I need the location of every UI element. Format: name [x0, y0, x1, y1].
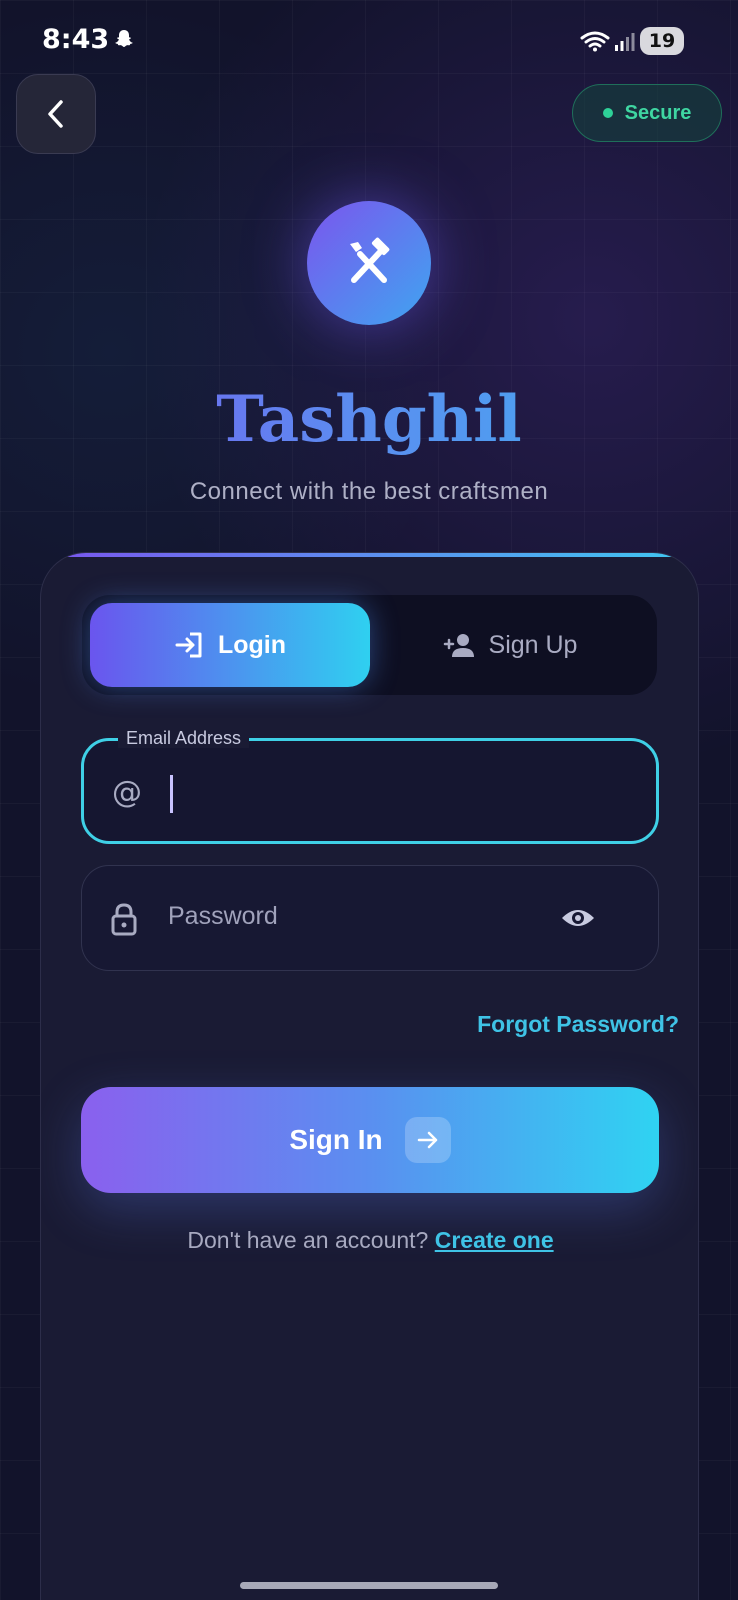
- secure-dot-icon: [602, 108, 613, 118]
- auth-card: Login Sign Up Email Address @ Password F…: [40, 552, 699, 1600]
- no-account-prompt: Don't have an account?: [187, 1227, 435, 1253]
- email-field[interactable]: Email Address @: [81, 728, 659, 844]
- sign-in-label: Sign In: [289, 1124, 383, 1155]
- eye-icon[interactable]: [560, 902, 596, 934]
- password-placeholder: Password: [168, 902, 278, 930]
- signal-icon: [615, 33, 635, 51]
- chevron-left-icon: [48, 100, 63, 128]
- wifi-icon: [580, 31, 610, 52]
- secure-badge: Secure: [572, 84, 722, 142]
- status-time: 8:43: [42, 24, 110, 55]
- tab-signup-label: Sign Up: [488, 630, 578, 659]
- tab-login-label: Login: [217, 630, 287, 659]
- snapchat-icon: [115, 30, 133, 47]
- create-account-row: Don't have an account? Create one: [41, 1227, 698, 1254]
- app-title: Tashghil: [0, 382, 738, 457]
- card-accent-line: [41, 553, 698, 557]
- text-cursor: [170, 775, 173, 813]
- app-subtitle: Connect with the best craftsmen: [189, 478, 549, 505]
- sign-in-button[interactable]: Sign In: [81, 1087, 659, 1193]
- secure-label: Secure: [624, 101, 692, 124]
- add-user-icon: [443, 634, 474, 657]
- lock-icon: [111, 903, 137, 936]
- login-icon: [175, 632, 202, 658]
- back-button[interactable]: [16, 74, 96, 154]
- tools-icon: [350, 237, 390, 283]
- app-logo: [307, 201, 431, 325]
- home-indicator: [240, 1582, 498, 1589]
- forgot-password-link[interactable]: Forgot Password?: [421, 1011, 679, 1038]
- create-account-link[interactable]: Create one: [435, 1227, 554, 1253]
- arrow-right-icon: [404, 1117, 451, 1163]
- battery-indicator: 19: [640, 27, 684, 55]
- password-field[interactable]: Password: [81, 865, 659, 971]
- tab-login[interactable]: Login: [90, 603, 370, 687]
- auth-tabs: Login Sign Up: [82, 595, 657, 695]
- tab-signup[interactable]: Sign Up: [370, 603, 650, 687]
- at-sign-icon: @: [112, 775, 142, 810]
- email-label: Email Address: [118, 728, 250, 748]
